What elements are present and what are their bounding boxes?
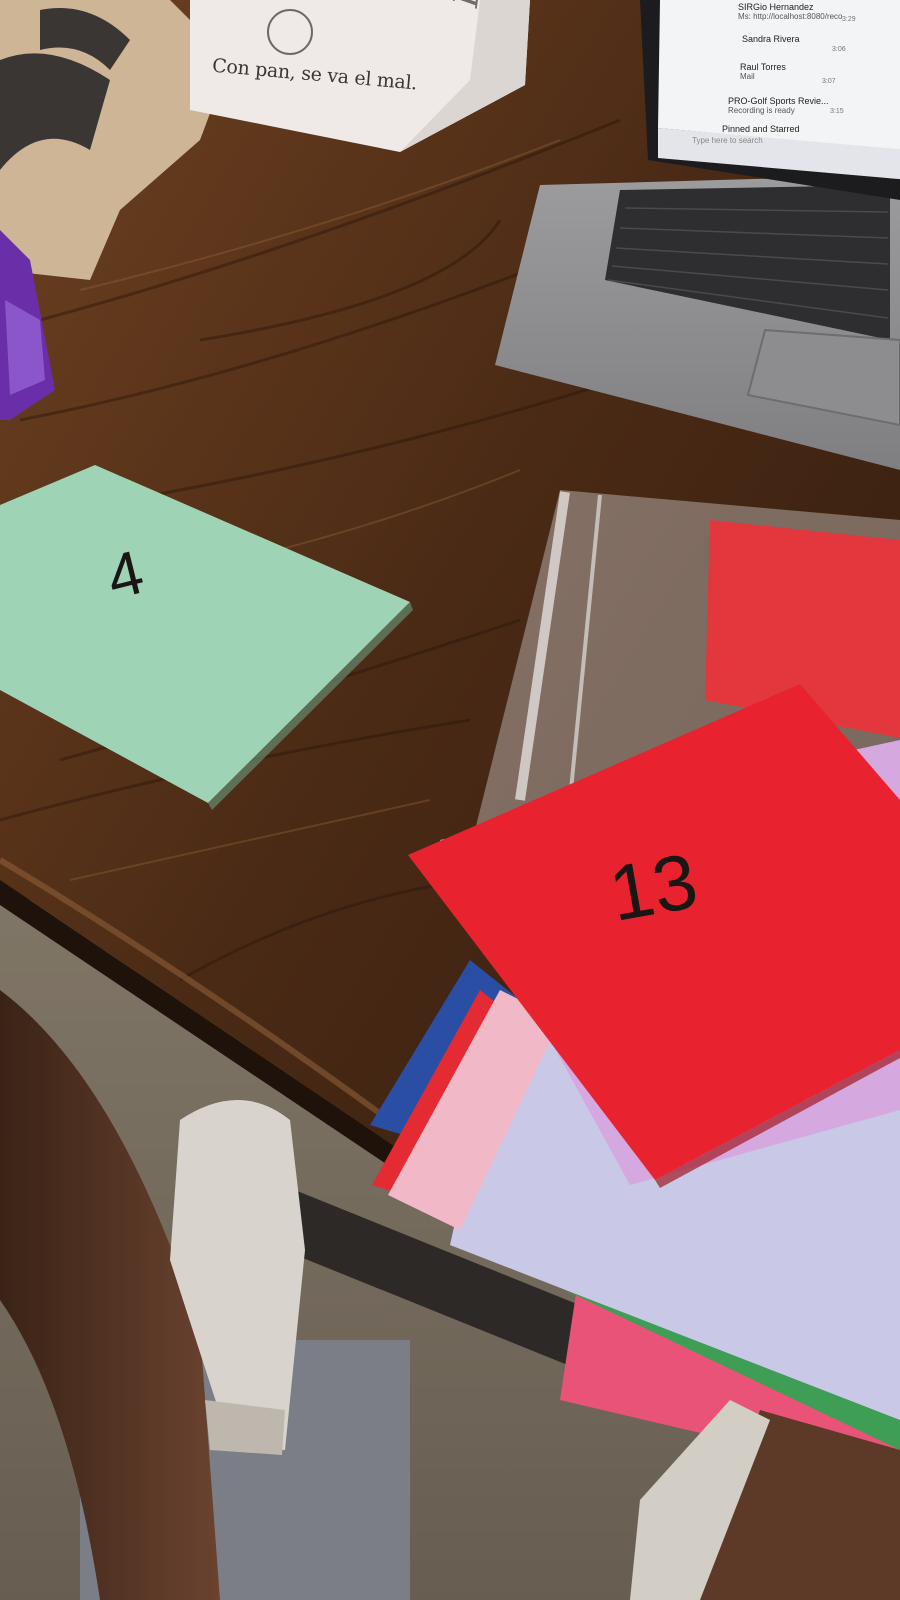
mail-item: SIRGio Hernandez Ms: http://localhost:80… xyxy=(738,2,843,21)
mail-item: Pinned and Starred xyxy=(722,124,800,134)
mail-item: Raul Torres Mail xyxy=(740,62,786,81)
mail-time: 3:15 xyxy=(830,108,844,115)
red-card-number: 13 xyxy=(602,836,704,938)
mail-item: PRO-Golf Sports Revie... Recording is re… xyxy=(728,96,829,115)
mail-time: 3:06 xyxy=(832,46,846,53)
scene-drawing xyxy=(0,0,900,1600)
mail-time: 3:07 xyxy=(822,78,836,85)
taskbar-search-input[interactable]: Type here to search xyxy=(692,136,763,145)
mail-time: 3:29 xyxy=(842,16,856,23)
photo-scene: Con pan, se va el mal. Lecheli 4 13 SIRG… xyxy=(0,0,900,1600)
mail-item: Sandra Rivera xyxy=(742,34,800,44)
